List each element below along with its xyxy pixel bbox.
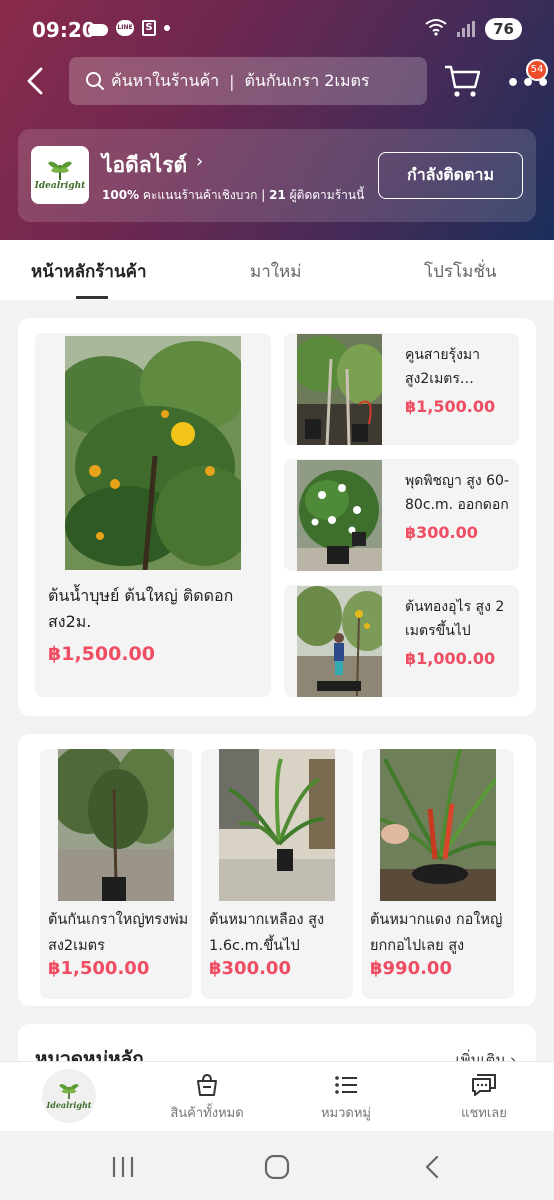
featured-products-panel: ต้นน้ำบุษย์ ต้นใหญ่ ติดดอก สง2ม. ฿1,500.… <box>18 318 536 716</box>
more-options-button[interactable]: ••• 54 <box>502 59 550 97</box>
tab-new-arrivals[interactable]: มาใหม่ <box>250 258 301 285</box>
tab-promotions[interactable]: โปรโมชั่น <box>424 258 497 285</box>
nav-all-products[interactable]: สินค้าทั้งหมด <box>147 1070 267 1123</box>
product-card[interactable]: ต้นหมากเหลือง สูง 1.6c.m.ขึ้นไป ฿300.00 <box>201 749 353 999</box>
active-tab-indicator <box>76 296 108 299</box>
notification-icons: LINE S <box>88 20 170 36</box>
tab-shop-home[interactable]: หน้าหลักร้านค้า <box>31 258 147 285</box>
product-price: ฿1,500.00 <box>48 643 155 665</box>
product-card[interactable]: ต้นกันเกราใหญ่ทรงพ่ม สง2เมตร ฿1,500.00 <box>40 749 192 999</box>
shop-nav-row: ค้นหาในร้านค้า | ต้นกันเกรา 2เมตร ••• 54 <box>0 57 554 105</box>
chat-icon <box>472 1074 496 1096</box>
follow-button[interactable]: กำลังติดตาม <box>378 152 523 199</box>
home-button[interactable] <box>264 1154 290 1183</box>
product-price: ฿1,500.00 <box>48 958 150 979</box>
wifi-icon <box>425 18 447 40</box>
shop-logo-text: Idealright <box>46 1100 92 1110</box>
shop-logo[interactable]: Idealright <box>31 146 89 204</box>
more-notifications-dot <box>164 25 170 31</box>
line-app-icon: LINE <box>116 20 134 36</box>
product-image <box>58 749 174 901</box>
shop-logo-button[interactable]: Idealright <box>42 1069 96 1123</box>
product-card[interactable]: ต้นน้ำบุษย์ ต้นใหญ่ ติดดอก สง2ม. ฿1,500.… <box>35 333 271 697</box>
signal-icon <box>457 21 476 37</box>
shop-bottom-nav: Idealright สินค้าทั้งหมด หมวดหมู่ แชทเลย <box>0 1061 554 1131</box>
back-arrow-icon <box>27 67 43 95</box>
stats-separator: | <box>261 188 266 202</box>
shopee-icon: S <box>142 20 156 36</box>
notification-badge: 54 <box>526 59 548 81</box>
product-image <box>380 749 496 901</box>
nav-categories-label: หมวดหมู่ <box>320 1106 372 1121</box>
status-time: 09:20 <box>32 18 96 42</box>
back-button[interactable] <box>22 65 52 97</box>
more-dots-icon: ••• <box>506 71 552 96</box>
product-title: ต้นกันเกราใหญ่ทรงพ่ม สง2เมตร <box>48 912 189 954</box>
android-nav-bar <box>0 1131 554 1200</box>
product-image <box>297 460 382 571</box>
search-separator: | <box>229 71 235 91</box>
product-card[interactable]: คูนสายรุ้งมาสูง2เมตร ออกดอก ฿1,500.00 <box>284 333 519 445</box>
product-image <box>65 336 241 570</box>
product-price: ฿990.00 <box>370 958 452 979</box>
shop-name[interactable]: ไอดีลไรต์ <box>102 149 187 182</box>
search-icon <box>86 72 104 90</box>
status-bar: 09:20 LINE S 76 <box>0 0 554 60</box>
product-title: ต้นหมากแดง กอใหญ่ ยกกอไปเลย สูง <box>370 912 503 954</box>
header: 09:20 LINE S 76 ค้นหาในร้านค้า | ต้นกันเ… <box>0 0 554 240</box>
followers-value: 21 <box>269 188 286 202</box>
cart-icon <box>445 65 481 97</box>
rating-value: 100% <box>102 188 140 202</box>
android-back-button[interactable] <box>422 1155 442 1183</box>
product-image <box>297 586 382 697</box>
recents-button[interactable] <box>110 1155 136 1183</box>
product-card[interactable]: ต้นทองอุไร สูง 2 เมตรขึ้นไป ฿1,000.00 <box>284 585 519 697</box>
product-title: คูนสายรุ้งมาสูง2เมตร ออกดอก <box>405 347 480 387</box>
product-image <box>297 334 382 445</box>
battery-indicator: 76 <box>485 18 522 40</box>
nav-categories[interactable]: หมวดหมู่ <box>286 1070 406 1123</box>
recents-icon <box>112 1157 134 1177</box>
system-icons: 76 <box>425 18 522 40</box>
nav-all-products-label: สินค้าทั้งหมด <box>170 1106 244 1121</box>
home-icon <box>264 1154 290 1180</box>
product-title: ต้นทองอุไร สูง 2 เมตรขึ้นไป <box>405 599 505 639</box>
nav-chat-label: แชทเลย <box>461 1106 507 1121</box>
search-query: ต้นกันเกรา 2เมตร <box>244 70 370 90</box>
product-card[interactable]: พุดพิชญา สูง 60-80c.m. ออกดอก ฿300.00 <box>284 459 519 571</box>
list-icon <box>335 1076 357 1094</box>
followers-label: ผู้ติดตามร้านนี้ <box>289 188 365 202</box>
product-row-panel: ต้นกันเกราใหญ่ทรงพ่ม สง2เมตร ฿1,500.00 ต… <box>18 734 536 1006</box>
shop-stats: 100% คะแนนร้านค้าเชิงบวก | 21 ผู้ติดตามร… <box>102 186 364 205</box>
product-image <box>219 749 335 901</box>
android-back-icon <box>425 1155 439 1179</box>
product-price: ฿300.00 <box>405 523 478 542</box>
product-price: ฿300.00 <box>209 958 291 979</box>
cart-button[interactable] <box>442 63 482 99</box>
search-placeholder: ค้นหาในร้านค้า <box>111 70 220 90</box>
product-title: พุดพิชญา สูง 60-80c.m. ออกดอก <box>405 473 509 513</box>
product-price: ฿1,000.00 <box>405 649 496 668</box>
shop-tabs: หน้าหลักร้านค้า มาใหม่ โปรโมชั่น <box>0 240 554 300</box>
cloud-icon <box>88 24 108 36</box>
product-title: ต้นหมากเหลือง สูง 1.6c.m.ขึ้นไป <box>209 912 325 954</box>
leaf-logo-icon <box>48 161 72 180</box>
nav-chat[interactable]: แชทเลย <box>424 1070 544 1123</box>
shop-logo-text: Idealright <box>34 181 86 191</box>
rating-label: คะแนนร้านค้าเชิงบวก <box>142 188 258 202</box>
shop-bag-icon <box>197 1073 217 1096</box>
leaf-logo-icon <box>59 1084 79 1100</box>
product-price: ฿1,500.00 <box>405 397 496 416</box>
product-card[interactable]: ต้นหมากแดง กอใหญ่ ยกกอไปเลย สูง ฿990.00 <box>362 749 514 999</box>
chevron-right-icon[interactable]: › <box>196 151 203 172</box>
product-title: ต้นน้ำบุษย์ ต้นใหญ่ ติดดอก สง2ม. <box>48 586 234 631</box>
shop-info-card: Idealright ไอดีลไรต์ › 100% คะแนนร้านค้า… <box>18 129 536 222</box>
shop-search-input[interactable]: ค้นหาในร้านค้า | ต้นกันเกรา 2เมตร <box>69 57 427 105</box>
